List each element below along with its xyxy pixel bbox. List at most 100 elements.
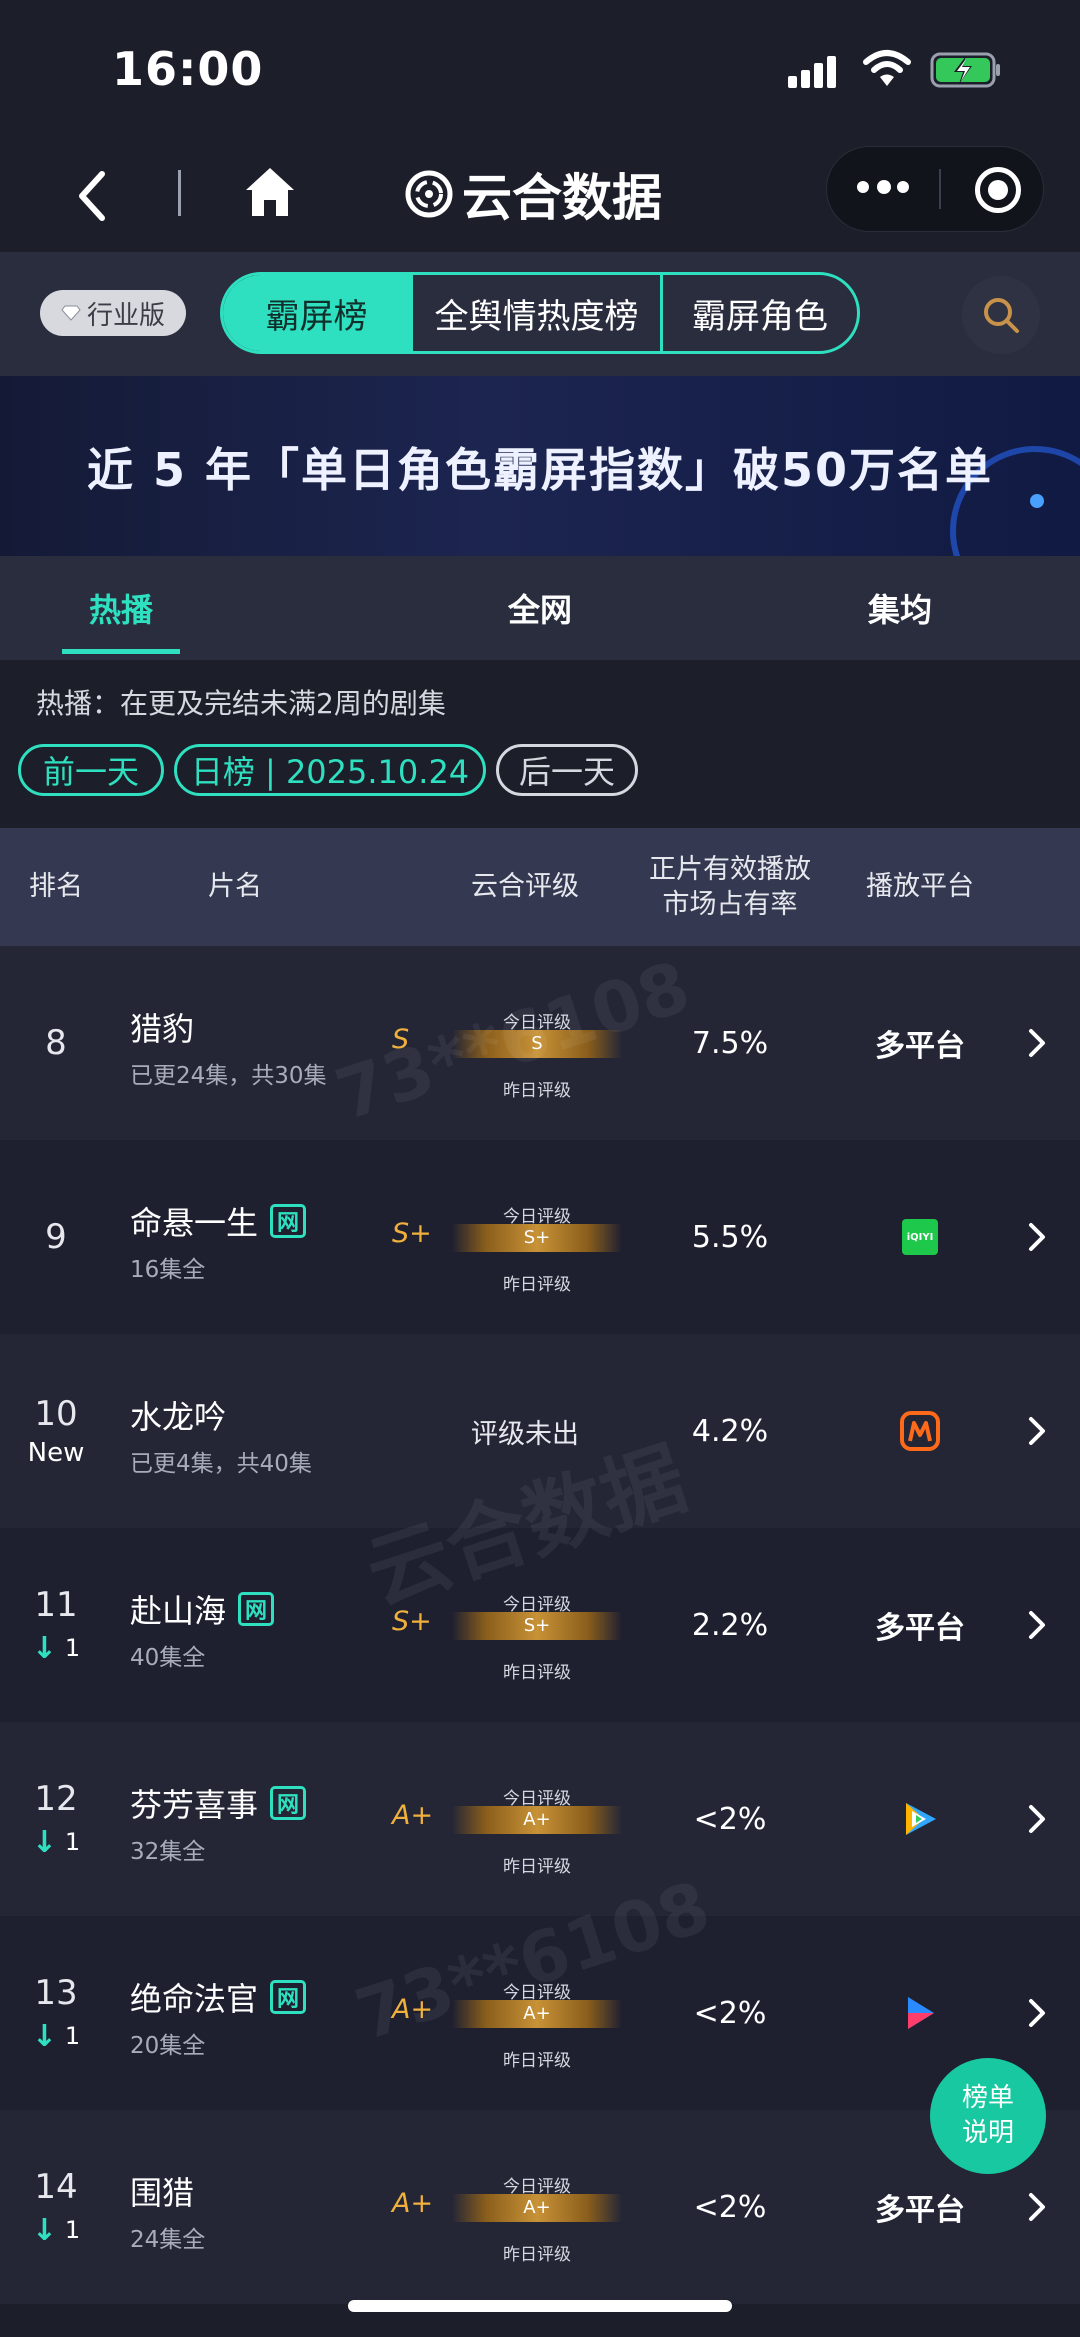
- web-drama-badge: 网: [270, 1980, 307, 2014]
- app-title-text: 云合数据: [462, 169, 662, 227]
- next-day-button[interactable]: 后一天: [496, 744, 638, 796]
- market-share: 5.5%: [691, 1219, 769, 1255]
- platform-cell: 多平台: [840, 1528, 1000, 1722]
- table-row[interactable]: 14 ↓ 1 围猎 24集全 A+ 今日评级 A+ 昨日评级 <2% 多平台: [0, 2110, 1080, 2304]
- nav-divider: [178, 170, 181, 216]
- rank-change-value: 1: [64, 2216, 81, 2244]
- fab-line-2: 说明: [961, 2118, 1014, 2148]
- episode-info: 32集全: [130, 1839, 206, 1865]
- search-button[interactable]: [962, 276, 1040, 354]
- fab-line-1: 榜单: [961, 2082, 1014, 2113]
- drama-title: 猎豹: [130, 1004, 194, 1050]
- header-market-share: 正片有效播放 市场占有率: [649, 853, 811, 920]
- app-title: 云合数据: [404, 158, 662, 230]
- drama-title-text: 赴山海: [130, 1592, 227, 1630]
- home-icon[interactable]: [242, 164, 298, 220]
- rank-change-value: 1: [64, 2022, 81, 2050]
- platform-cell: [840, 1334, 1000, 1528]
- tab-public-opinion-heat[interactable]: 全舆情热度榜: [413, 275, 663, 351]
- rank-cell: 11 ↓ 1: [0, 1528, 112, 1722]
- platform-text: 多平台: [875, 1611, 965, 1646]
- chevron-right-icon[interactable]: [1026, 1026, 1048, 1060]
- subtab-per-episode[interactable]: 集均: [840, 556, 960, 660]
- web-drama-badge: 网: [270, 1204, 307, 1238]
- yunhe-logo-icon: [405, 170, 453, 218]
- market-share: <2%: [693, 2189, 767, 2225]
- main-tab-group: 霸屏榜 全舆情热度榜 霸屏角色: [220, 272, 860, 354]
- rank-cell: 10 New: [0, 1334, 112, 1528]
- platform-text: 多平台: [875, 2193, 965, 2228]
- rank-number: 12: [34, 1778, 78, 1819]
- navigation-bar: 云合数据: [0, 140, 1080, 252]
- prev-day-button[interactable]: 前一天: [18, 744, 164, 796]
- battery-charging-icon: [930, 52, 1000, 88]
- status-bar: 16:00: [0, 0, 1080, 140]
- diamond-icon: [61, 305, 81, 321]
- arrow-down-icon: ↓: [31, 1824, 57, 1860]
- chevron-right-icon[interactable]: [1026, 1802, 1048, 1836]
- close-mini-program-icon[interactable]: [975, 167, 1021, 213]
- rank-cell: 8: [0, 946, 112, 1140]
- banner-text: 近 5 年「单日角色霸屏指数」破50万名单: [86, 443, 994, 497]
- yesterday-rating-label: 昨日评级: [503, 1275, 571, 1295]
- market-share: 2.2%: [691, 1607, 769, 1643]
- table-header: 排名 片名 云合评级 正片有效播放 市场占有率 播放平台: [0, 828, 1080, 946]
- drama-title-text: 水龙吟: [130, 1398, 227, 1436]
- drama-title: 命悬一生网: [130, 1198, 307, 1244]
- list-description: 热播：在更及完结未满2周的剧集: [36, 687, 446, 720]
- promo-banner[interactable]: 近 5 年「单日角色霸屏指数」破50万名单: [0, 376, 1080, 556]
- ranking-explanation-button[interactable]: 榜单 说明: [930, 2058, 1046, 2174]
- subtab-hot[interactable]: 热播: [62, 556, 180, 660]
- episode-info: 已更24集，共30集: [130, 1063, 327, 1089]
- platform-cell: [840, 1722, 1000, 1916]
- arrow-down-icon: ↓: [31, 2018, 57, 2054]
- header-platform: 播放平台: [866, 871, 974, 903]
- date-picker[interactable]: 日榜 | 2025.10.24: [174, 744, 486, 796]
- episode-info: 16集全: [130, 1257, 206, 1283]
- header-rank: 排名: [29, 871, 83, 903]
- episode-info: 20集全: [130, 2033, 206, 2059]
- rating-bar-label: A+: [523, 1809, 551, 1830]
- rating-grade: A+: [392, 1800, 434, 1831]
- drama-title-text: 绝命法官: [130, 1980, 259, 2018]
- episode-info: 已更4集，共40集: [130, 1451, 312, 1477]
- mango-tv-icon: [900, 1411, 940, 1451]
- drama-title-text: 猎豹: [130, 1010, 195, 1048]
- header-title: 片名: [208, 871, 262, 903]
- capsule-divider: [939, 169, 941, 209]
- yesterday-rating-label: 昨日评级: [503, 1857, 571, 1877]
- rating-grade: S+: [392, 1218, 432, 1249]
- header-rating: 云合评级: [471, 871, 579, 903]
- rank-change: ↓ 1: [32, 1825, 80, 1860]
- chevron-right-icon[interactable]: [1026, 1220, 1048, 1254]
- chevron-right-icon[interactable]: [1026, 1608, 1048, 1642]
- rank-number: 14: [34, 2166, 78, 2207]
- chevron-right-icon[interactable]: [1026, 1414, 1048, 1448]
- tencent-video-icon: [906, 1803, 936, 1835]
- rating-cell: S+ 今日评级 S+ 昨日评级: [390, 1140, 622, 1334]
- platform-cell: 多平台: [840, 946, 1000, 1140]
- rank-cell: 14 ↓ 1: [0, 2110, 112, 2304]
- tab-dominant-roles[interactable]: 霸屏角色: [663, 275, 857, 351]
- rank-cell: 9: [0, 1140, 112, 1334]
- home-indicator[interactable]: [348, 2300, 732, 2312]
- table-row[interactable]: 12 ↓ 1 芬芳喜事网 32集全 A+ 今日评级 A+ 昨日评级 <2%: [0, 1722, 1080, 1916]
- subtab-hot-label: 热播: [88, 591, 153, 629]
- web-drama-badge: 网: [270, 1786, 307, 1820]
- more-menu-icon[interactable]: [857, 175, 913, 201]
- rating-bar-label: S+: [523, 1615, 551, 1636]
- chevron-right-icon[interactable]: [1026, 1996, 1048, 2030]
- rank-change-value: 1: [64, 1634, 81, 1662]
- episode-info: 24集全: [130, 2227, 206, 2253]
- yesterday-rating-label: 昨日评级: [503, 1663, 571, 1683]
- edition-badge[interactable]: 行业版: [40, 290, 186, 336]
- tab-screen-dominance[interactable]: 霸屏榜: [223, 275, 413, 351]
- table-row[interactable]: 9 命悬一生网 16集全 S+ 今日评级 S+ 昨日评级 5.5% iQIYI: [0, 1140, 1080, 1334]
- arrow-down-icon: ↓: [31, 1630, 57, 1666]
- arrow-down-icon: ↓: [31, 2212, 57, 2248]
- back-arrow-icon[interactable]: [70, 168, 120, 224]
- iqiyi-icon: iQIYI: [902, 1219, 938, 1255]
- chevron-right-icon[interactable]: [1026, 2190, 1048, 2224]
- subtab-all-network[interactable]: 全网: [480, 556, 600, 660]
- drama-title: 芬芳喜事网: [130, 1780, 307, 1826]
